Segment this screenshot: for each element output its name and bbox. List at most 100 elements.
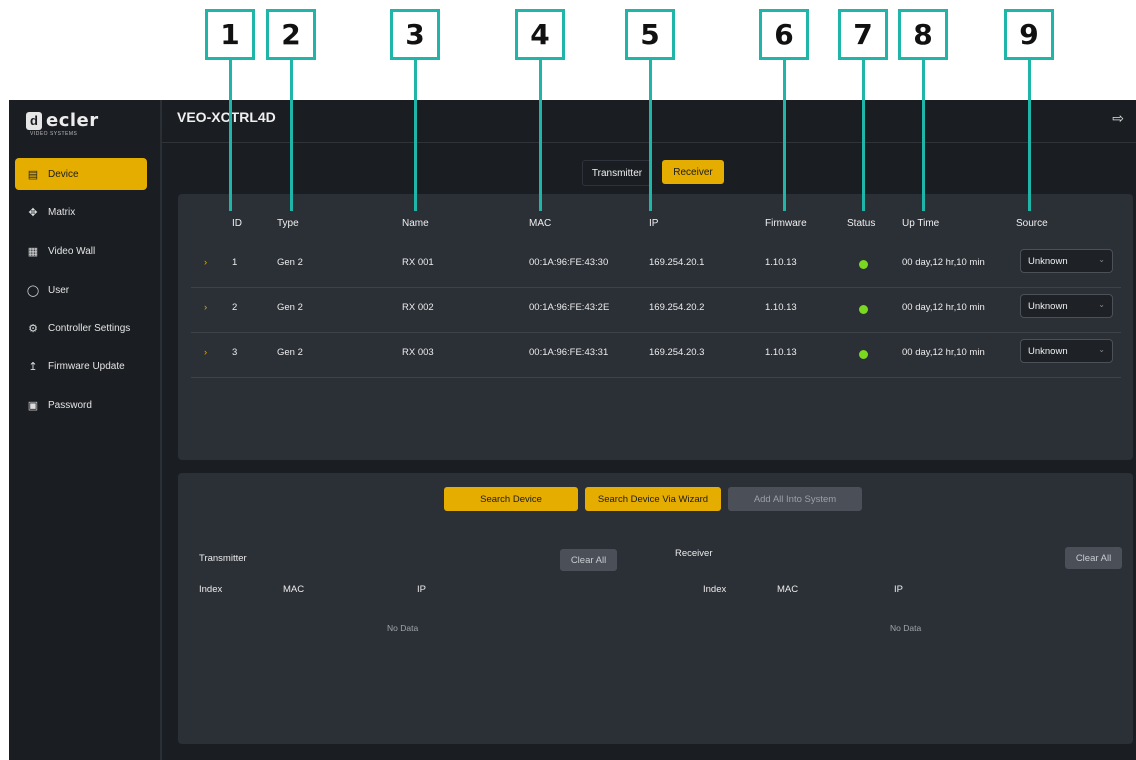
cell-type: Gen 2 xyxy=(277,302,303,313)
lock-icon: ▣ xyxy=(27,399,39,412)
transmitter-col-index: Index xyxy=(199,584,223,595)
cell-type: Gen 2 xyxy=(277,347,303,358)
callout-8: 8 xyxy=(898,9,948,60)
status-indicator xyxy=(859,350,868,359)
cell-mac: 00:1A:96:FE:43:30 xyxy=(529,257,609,268)
device-table-panel: ID Type Name MAC IP Firmware Status Up T… xyxy=(178,194,1133,460)
table-row[interactable]: › 3 Gen 2 RX 003 00:1A:96:FE:43:31 169.2… xyxy=(191,332,1121,378)
receiver-col-ip: IP xyxy=(894,584,903,595)
cell-firmware: 1.10.13 xyxy=(765,302,797,313)
sidebar-item-video-wall[interactable]: ▦ Video Wall xyxy=(15,235,147,267)
sidebar-item-controller-settings[interactable]: ⚙ Controller Settings xyxy=(15,312,147,344)
callout-4: 4 xyxy=(515,9,565,60)
cell-name: RX 002 xyxy=(402,302,434,313)
chevron-down-icon: ⌄ xyxy=(1098,345,1105,354)
sidebar-item-label: Controller Settings xyxy=(48,322,131,334)
user-icon: ◯ xyxy=(26,284,40,297)
sidebar-item-label: Password xyxy=(48,399,92,411)
cell-ip: 169.254.20.2 xyxy=(649,302,705,313)
callout-line-1 xyxy=(229,59,232,211)
col-header-type: Type xyxy=(277,218,299,229)
receiver-clear-all-button[interactable]: Clear All xyxy=(1065,547,1122,569)
device-icon: ▤ xyxy=(27,168,39,181)
callout-3: 3 xyxy=(390,9,440,60)
logo-mark-icon: d xyxy=(26,112,42,130)
callout-line-8 xyxy=(922,59,925,211)
table-row[interactable]: › 2 Gen 2 RX 002 00:1A:96:FE:43:2E 169.2… xyxy=(191,287,1121,333)
cell-ip: 169.254.20.3 xyxy=(649,347,705,358)
source-select-value: Unknown xyxy=(1028,300,1068,312)
table-row[interactable]: › 1 Gen 2 RX 001 00:1A:96:FE:43:30 169.2… xyxy=(191,242,1121,288)
search-via-wizard-button[interactable]: Search Device Via Wizard xyxy=(585,487,721,511)
search-device-button[interactable]: Search Device xyxy=(444,487,578,511)
sidebar-item-label: User xyxy=(48,284,70,296)
source-select-value: Unknown xyxy=(1028,345,1068,357)
callout-bar: 1 2 3 4 5 6 7 8 9 xyxy=(0,0,1136,100)
sidebar-item-password[interactable]: ▣ Password xyxy=(15,389,147,421)
col-header-status: Status xyxy=(847,218,876,229)
col-header-firmware: Firmware xyxy=(765,218,807,229)
source-select[interactable]: Unknown ⌄ xyxy=(1020,339,1113,363)
callout-line-3 xyxy=(414,59,417,211)
matrix-icon: ✥ xyxy=(28,206,38,219)
cell-mac: 00:1A:96:FE:43:2E xyxy=(529,302,610,313)
cell-name: RX 003 xyxy=(402,347,434,358)
source-select[interactable]: Unknown ⌄ xyxy=(1020,294,1113,318)
chevron-down-icon: ⌄ xyxy=(1098,255,1105,264)
transmitter-col-mac: MAC xyxy=(283,584,305,595)
callout-2: 2 xyxy=(266,9,316,60)
logout-icon[interactable]: ⇨ xyxy=(1112,110,1124,127)
col-header-ip: IP xyxy=(649,218,659,229)
ecler-logo: d ecler xyxy=(26,112,99,130)
source-select-value: Unknown xyxy=(1028,255,1068,267)
source-select[interactable]: Unknown ⌄ xyxy=(1020,249,1113,273)
callout-9: 9 xyxy=(1004,9,1054,60)
callout-line-5 xyxy=(649,59,652,211)
sidebar-item-label: Firmware Update xyxy=(48,360,125,372)
receiver-section-title: Receiver xyxy=(675,548,713,559)
sidebar-item-label: Matrix xyxy=(48,206,76,218)
add-all-into-system-button[interactable]: Add All Into System xyxy=(728,487,862,511)
callout-line-6 xyxy=(783,59,786,211)
receiver-col-mac: MAC xyxy=(777,584,799,595)
transmitter-col-ip: IP xyxy=(417,584,426,595)
callout-line-7 xyxy=(862,59,865,211)
cell-name: RX 001 xyxy=(402,257,434,268)
sidebar-item-label: Video Wall xyxy=(48,245,96,257)
callout-line-9 xyxy=(1028,59,1031,211)
expand-chevron-icon[interactable]: › xyxy=(204,347,207,358)
expand-chevron-icon[interactable]: › xyxy=(204,302,207,313)
chevron-down-icon: ⌄ xyxy=(1098,300,1105,309)
cell-uptime: 00 day,12 hr,10 min xyxy=(902,257,985,268)
status-indicator xyxy=(859,260,868,269)
cell-id: 1 xyxy=(232,257,238,268)
page-title: VEO-XCTRL4D xyxy=(177,109,276,125)
sidebar-item-device[interactable]: ▤ Device xyxy=(15,158,147,190)
transmitter-section-title: Transmitter xyxy=(199,553,247,564)
transmitter-empty-text: No Data xyxy=(387,623,419,633)
callout-7: 7 xyxy=(838,9,888,60)
cell-mac: 00:1A:96:FE:43:31 xyxy=(529,347,609,358)
callout-line-4 xyxy=(539,59,542,211)
cell-ip: 169.254.20.1 xyxy=(649,257,705,268)
logo-subtitle: VIDEO SYSTEMS xyxy=(30,131,78,137)
cell-uptime: 00 day,12 hr,10 min xyxy=(902,347,985,358)
upload-icon: ↥ xyxy=(28,360,38,373)
callout-1: 1 xyxy=(205,9,255,60)
tab-receiver[interactable]: Receiver xyxy=(662,160,724,184)
tab-transmitter[interactable]: Transmitter xyxy=(582,160,652,186)
sidebar-item-matrix[interactable]: ✥ Matrix xyxy=(15,196,147,228)
cell-firmware: 1.10.13 xyxy=(765,257,797,268)
sidebar-item-user[interactable]: ◯ User xyxy=(15,274,147,306)
col-header-id: ID xyxy=(232,218,242,229)
cell-firmware: 1.10.13 xyxy=(765,347,797,358)
expand-chevron-icon[interactable]: › xyxy=(204,257,207,268)
gear-icon: ⚙ xyxy=(28,322,38,335)
cell-id: 2 xyxy=(232,302,238,313)
logo-text: ecler xyxy=(46,110,99,131)
receiver-col-index: Index xyxy=(703,584,727,595)
sidebar-item-firmware-update[interactable]: ↥ Firmware Update xyxy=(15,350,147,382)
transmitter-clear-all-button[interactable]: Clear All xyxy=(560,549,617,571)
cell-id: 3 xyxy=(232,347,238,358)
device-search-panel: Search Device Search Device Via Wizard A… xyxy=(178,473,1133,744)
